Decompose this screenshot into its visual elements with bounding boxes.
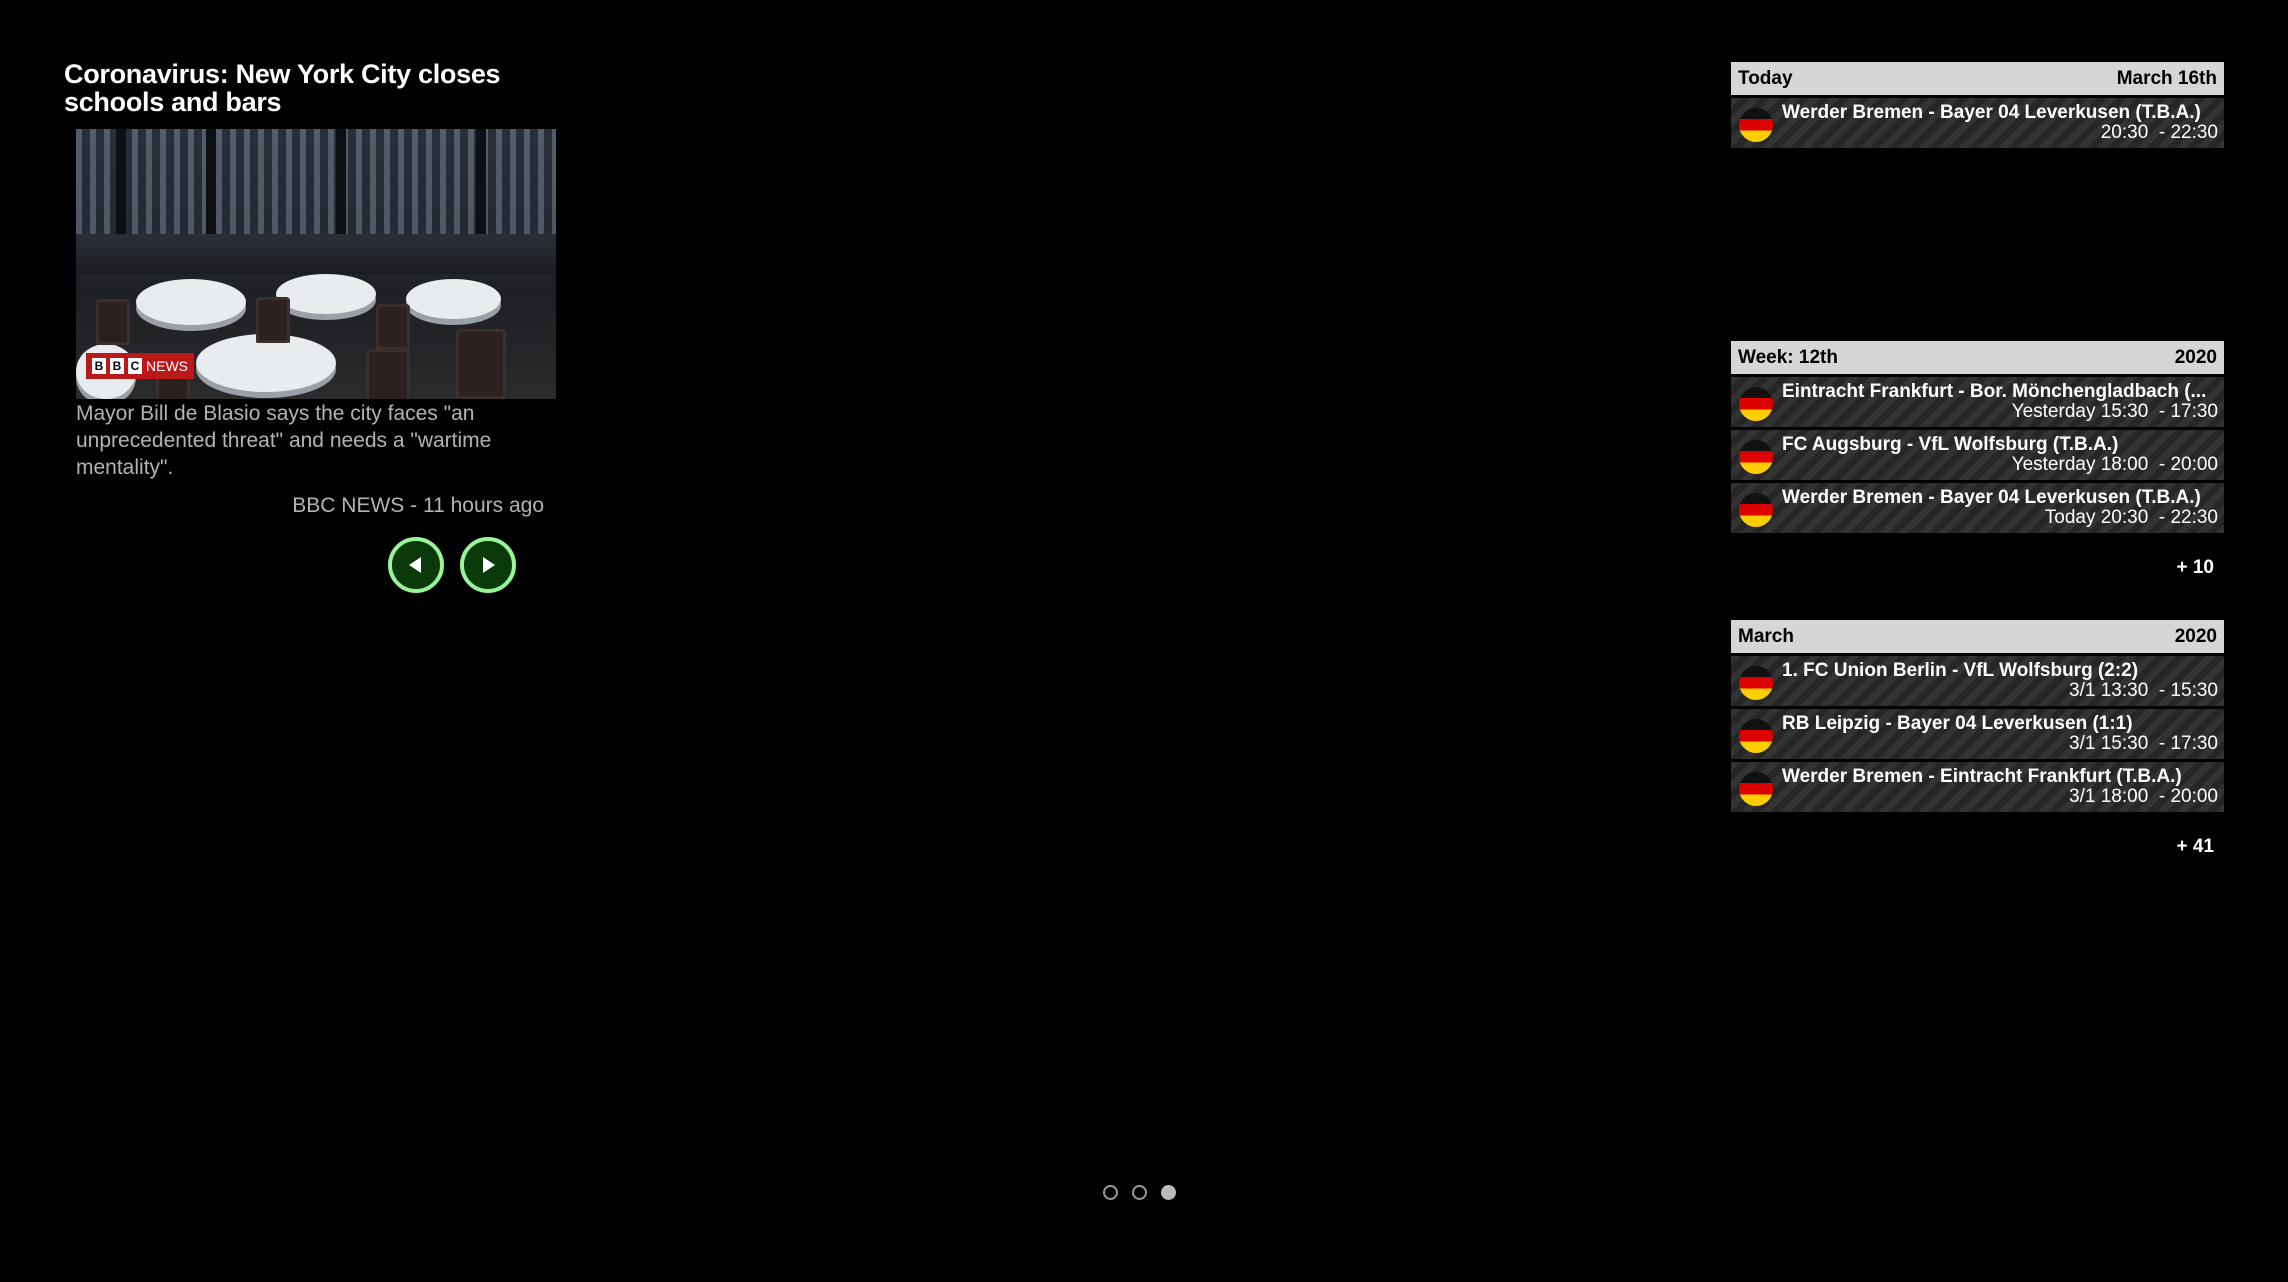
calendar-week: Week: 12th 2020 Eintracht Frankfurt - Bo… <box>1731 341 2224 579</box>
calendar-today: Today March 16th Werder Bremen - Bayer 0… <box>1731 62 2224 148</box>
page-indicator <box>1103 1185 1176 1200</box>
more-events-count: + 10 <box>2176 557 2214 578</box>
news-image: B B C NEWS <box>76 129 556 399</box>
germany-flag-icon <box>1739 108 1773 142</box>
calendar-header: Today March 16th <box>1731 62 2224 95</box>
germany-flag-icon <box>1739 772 1773 806</box>
triangle-right-icon <box>483 557 495 573</box>
calendar-event[interactable]: RB Leipzig - Bayer 04 Leverkusen (1:1) 3… <box>1731 709 2224 759</box>
page-dot[interactable] <box>1132 1185 1147 1200</box>
germany-flag-icon <box>1739 387 1773 421</box>
calendar-event[interactable]: Werder Bremen - Bayer 04 Leverkusen (T.B… <box>1731 98 2224 148</box>
page-dot[interactable] <box>1103 1185 1118 1200</box>
calendar-event[interactable]: Werder Bremen - Eintracht Frankfurt (T.B… <box>1731 762 2224 812</box>
triangle-left-icon <box>409 557 421 573</box>
bbc-news-logo: B B C NEWS <box>86 353 194 379</box>
germany-flag-icon <box>1739 440 1773 474</box>
news-feed: Coronavirus: New York City closes school… <box>64 59 564 593</box>
calendar-header: Week: 12th 2020 <box>1731 341 2224 374</box>
germany-flag-icon <box>1739 666 1773 700</box>
germany-flag-icon <box>1739 493 1773 527</box>
page-dot[interactable] <box>1161 1185 1176 1200</box>
news-source: BBC NEWS - 11 hours ago <box>292 494 544 517</box>
next-article-button[interactable] <box>460 537 516 593</box>
calendar-header: March 2020 <box>1731 620 2224 653</box>
calendar-month: March 2020 1. FC Union Berlin - VfL Wolf… <box>1731 620 2224 858</box>
calendar-event[interactable]: FC Augsburg - VfL Wolfsburg (T.B.A.) Yes… <box>1731 430 2224 480</box>
calendar-event[interactable]: 1. FC Union Berlin - VfL Wolfsburg (2:2)… <box>1731 656 2224 706</box>
news-description: Mayor Bill de Blasio says the city faces… <box>76 402 492 479</box>
calendar-event[interactable]: Eintracht Frankfurt - Bor. Mönchengladba… <box>1731 377 2224 427</box>
calendar-event[interactable]: Werder Bremen - Bayer 04 Leverkusen (T.B… <box>1731 483 2224 533</box>
more-events-count: + 41 <box>2176 836 2214 857</box>
news-headline: Coronavirus: New York City closes school… <box>64 59 501 117</box>
previous-article-button[interactable] <box>388 537 444 593</box>
germany-flag-icon <box>1739 719 1773 753</box>
